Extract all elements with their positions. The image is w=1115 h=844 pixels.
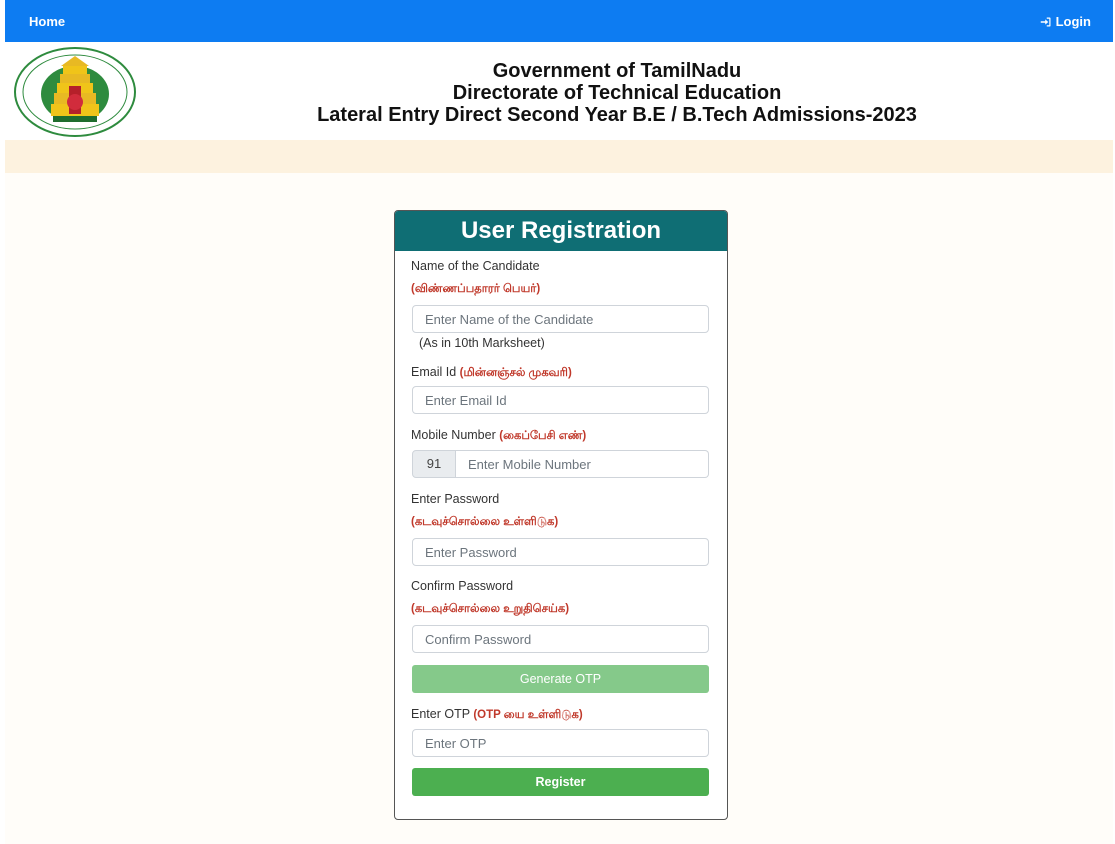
email-input[interactable] (412, 386, 709, 414)
header-strip (5, 140, 1113, 173)
tamilnadu-emblem (14, 47, 136, 137)
otp-input[interactable] (412, 729, 709, 757)
country-code-prefix: 91 (412, 450, 456, 478)
otp-label-tamil: (OTP யை உள்ளிடுக) (473, 709, 583, 721)
header-line-admissions: Lateral Entry Direct Second Year B.E / B… (317, 104, 917, 126)
registration-card: User Registration Name of the Candidate … (394, 210, 728, 820)
otp-label: Enter OTP (411, 707, 470, 721)
nav-home-link[interactable]: Home (29, 14, 65, 29)
mobile-label: Mobile Number (411, 428, 496, 442)
mobile-input[interactable] (456, 450, 709, 478)
header-titles: Government of TamilNadu Directorate of T… (155, 60, 1079, 126)
header-line-government: Government of TamilNadu (492, 60, 742, 82)
otp-label-row: Enter OTP (OTP யை உள்ளிடுக) (411, 707, 583, 723)
password-input[interactable] (412, 538, 709, 566)
confirm-password-input[interactable] (412, 625, 709, 653)
email-label: Email Id (411, 365, 457, 379)
sign-in-icon (1040, 17, 1051, 26)
register-button[interactable]: Register (412, 768, 709, 796)
generate-otp-button[interactable]: Generate OTP (412, 665, 709, 693)
name-label-tamil: (விண்ணப்பதாரர் பெயர்) (411, 283, 541, 295)
confirm-password-label-tamil: (கடவுச்சொல்லை உறுதிசெய்க) (411, 603, 570, 615)
top-nav-bar: Home Login (5, 0, 1113, 42)
candidate-name-input[interactable] (412, 305, 709, 333)
mobile-label-row: Mobile Number (கைப்பேசி எண்) (411, 428, 586, 444)
email-label-tamil: (மின்னஞ்சல் முகவரி) (459, 367, 572, 379)
site-header: Government of TamilNadu Directorate of T… (5, 42, 1113, 140)
name-hint: (As in 10th Marksheet) (419, 336, 545, 350)
nav-login-link[interactable]: Login (1040, 14, 1091, 29)
password-label: Enter Password (411, 492, 500, 506)
email-label-row: Email Id (மின்னஞ்சல் முகவரி) (411, 365, 572, 381)
registration-title: User Registration (395, 211, 727, 251)
name-label: Name of the Candidate (411, 259, 540, 273)
confirm-password-label: Confirm Password (411, 579, 514, 593)
nav-login-label: Login (1055, 14, 1091, 29)
password-label-tamil: (கடவுச்சொல்லை உள்ளிடுக) (411, 516, 559, 528)
header-line-directorate: Directorate of Technical Education (452, 82, 782, 104)
mobile-label-tamil: (கைப்பேசி எண்) (499, 430, 587, 442)
